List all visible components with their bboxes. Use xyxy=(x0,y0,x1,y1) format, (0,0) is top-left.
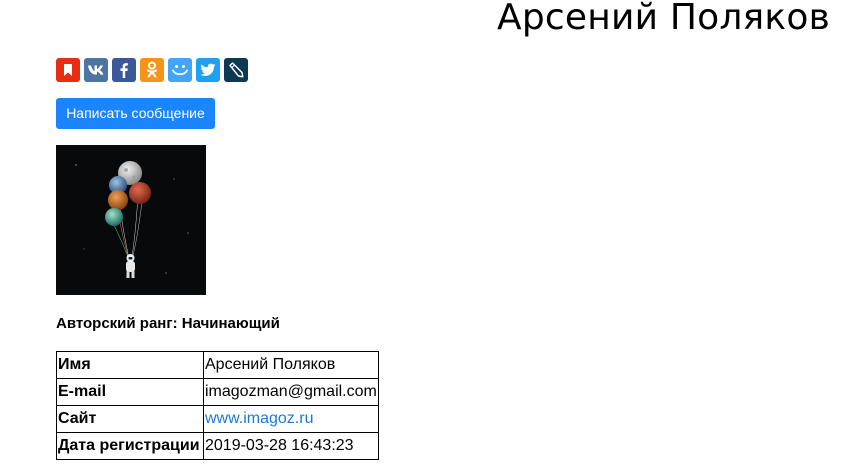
facebook-icon xyxy=(120,63,128,78)
write-message-button[interactable]: Написать сообщение xyxy=(56,98,215,129)
site-link[interactable]: www.imagoz.ru xyxy=(205,410,313,427)
livejournal-share-button[interactable] xyxy=(224,58,248,82)
page-title: Арсений Поляков xyxy=(497,0,830,38)
table-row-name: Имя Арсений Поляков xyxy=(56,351,379,379)
registration-date-label: Дата регистрации xyxy=(56,432,204,460)
name-value: Арсений Поляков xyxy=(203,351,379,379)
email-label: E-mail xyxy=(56,378,204,406)
author-rank: Авторский ранг: Начинающий xyxy=(56,315,280,332)
livejournal-icon xyxy=(229,62,244,78)
profile-page: Арсений Поляков Написать сообщение Автор… xyxy=(0,0,842,472)
table-row-email: E-mail imagozman@gmail.com xyxy=(56,378,379,406)
share-bar xyxy=(56,58,248,82)
vk-share-button[interactable] xyxy=(84,58,108,82)
twitter-share-button[interactable] xyxy=(196,58,220,82)
table-row-registration-date: Дата регистрации 2019-03-28 16:43:23 xyxy=(56,432,379,460)
site-label: Сайт xyxy=(56,405,204,433)
avatar xyxy=(56,145,206,295)
registration-date-value: 2019-03-28 16:43:23 xyxy=(203,432,379,460)
email-value: imagozman@gmail.com xyxy=(203,378,379,406)
profile-info-table: Имя Арсений Поляков E-mail imagozman@gma… xyxy=(56,351,379,460)
odnoklassniki-share-button[interactable] xyxy=(140,58,164,82)
table-row-site: Сайт www.imagoz.ru xyxy=(56,405,379,433)
bookmark-share-button[interactable] xyxy=(56,58,80,82)
moimir-share-button[interactable] xyxy=(168,58,192,82)
odnoklassniki-icon xyxy=(147,61,157,78)
moimir-icon xyxy=(172,65,188,76)
site-cell: www.imagoz.ru xyxy=(203,405,379,433)
name-label: Имя xyxy=(56,351,204,379)
vk-icon xyxy=(88,65,104,75)
bookmark-icon xyxy=(64,64,72,76)
twitter-icon xyxy=(200,63,216,76)
facebook-share-button[interactable] xyxy=(112,58,136,82)
astronaut-balloons-image xyxy=(56,145,206,295)
